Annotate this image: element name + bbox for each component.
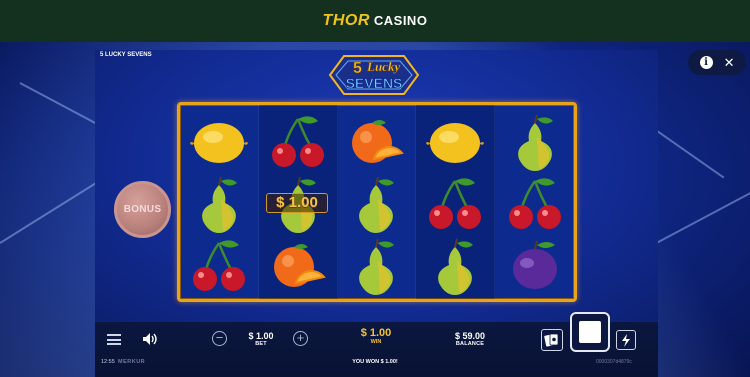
cherry-icon (503, 175, 567, 233)
speaker-icon[interactable] (142, 332, 158, 346)
info-icon[interactable]: i (699, 56, 713, 69)
reel-5 (495, 105, 574, 299)
lemon-icon (187, 113, 251, 171)
brand-casino-text: CASINO (373, 13, 428, 28)
bonus-button[interactable]: BONUS (114, 181, 171, 238)
plum-icon (503, 237, 567, 295)
pear-icon (344, 237, 408, 295)
win-value: $ 1.00 (360, 327, 392, 339)
reel-3 (338, 105, 417, 299)
maker-logo: MERKUR (118, 359, 146, 365)
game-title: 5 LUCKY SEVENS (100, 52, 152, 58)
pear-icon (187, 175, 251, 233)
clock: 12:55 (101, 359, 115, 365)
cherry-icon (187, 237, 251, 295)
svg-text:Lucky: Lucky (366, 59, 400, 74)
bet-value: $ 1.00 (248, 331, 274, 341)
pear-icon (423, 237, 487, 295)
hamburger-icon[interactable] (107, 334, 121, 345)
round-id: 0000307d4879c (596, 359, 632, 365)
orange-icon (344, 113, 408, 171)
pear-icon (503, 113, 567, 171)
info-close-group: i ✕ (688, 50, 746, 75)
win-message: YOU WON $ 1.00! (352, 359, 398, 365)
reel-4 (416, 105, 496, 299)
spin-button[interactable] (570, 312, 610, 352)
balance-caption: BALANCE (455, 341, 485, 347)
reel-1 (180, 105, 259, 299)
winning-line-label: $ 1.00 (266, 193, 328, 213)
balance-display: $ 59.00 BALANCE (446, 331, 494, 347)
game-logo: 5 Lucky SEVENS (322, 50, 426, 100)
bet-display: $ 1.00 BET (240, 331, 282, 347)
pear-icon (344, 175, 408, 233)
lightning-icon (622, 333, 630, 347)
reels-grid (177, 102, 577, 302)
balance-value: $ 59.00 (454, 331, 486, 341)
turbo-button[interactable] (616, 330, 636, 350)
lemon-icon (423, 113, 487, 171)
orange-icon (266, 237, 330, 295)
close-icon[interactable]: ✕ (724, 56, 735, 69)
bet-increase-button[interactable]: + (293, 331, 308, 346)
cherry-icon (266, 113, 330, 171)
casino-logo: THOR CASINO (323, 12, 428, 30)
brand-thor-text: THOR (322, 12, 370, 29)
bet-decrease-button[interactable]: − (212, 331, 227, 346)
cherry-icon (423, 175, 487, 233)
win-caption: WIN (370, 339, 382, 345)
stop-icon (579, 321, 601, 343)
svg-text:SEVENS: SEVENS (346, 75, 403, 91)
top-brand-bar: THOR CASINO (0, 0, 750, 42)
bet-caption: BET (255, 341, 267, 347)
gamble-cards-button[interactable] (541, 329, 563, 351)
cards-icon (544, 333, 559, 347)
win-display: $ 1.00 WIN (352, 327, 400, 345)
